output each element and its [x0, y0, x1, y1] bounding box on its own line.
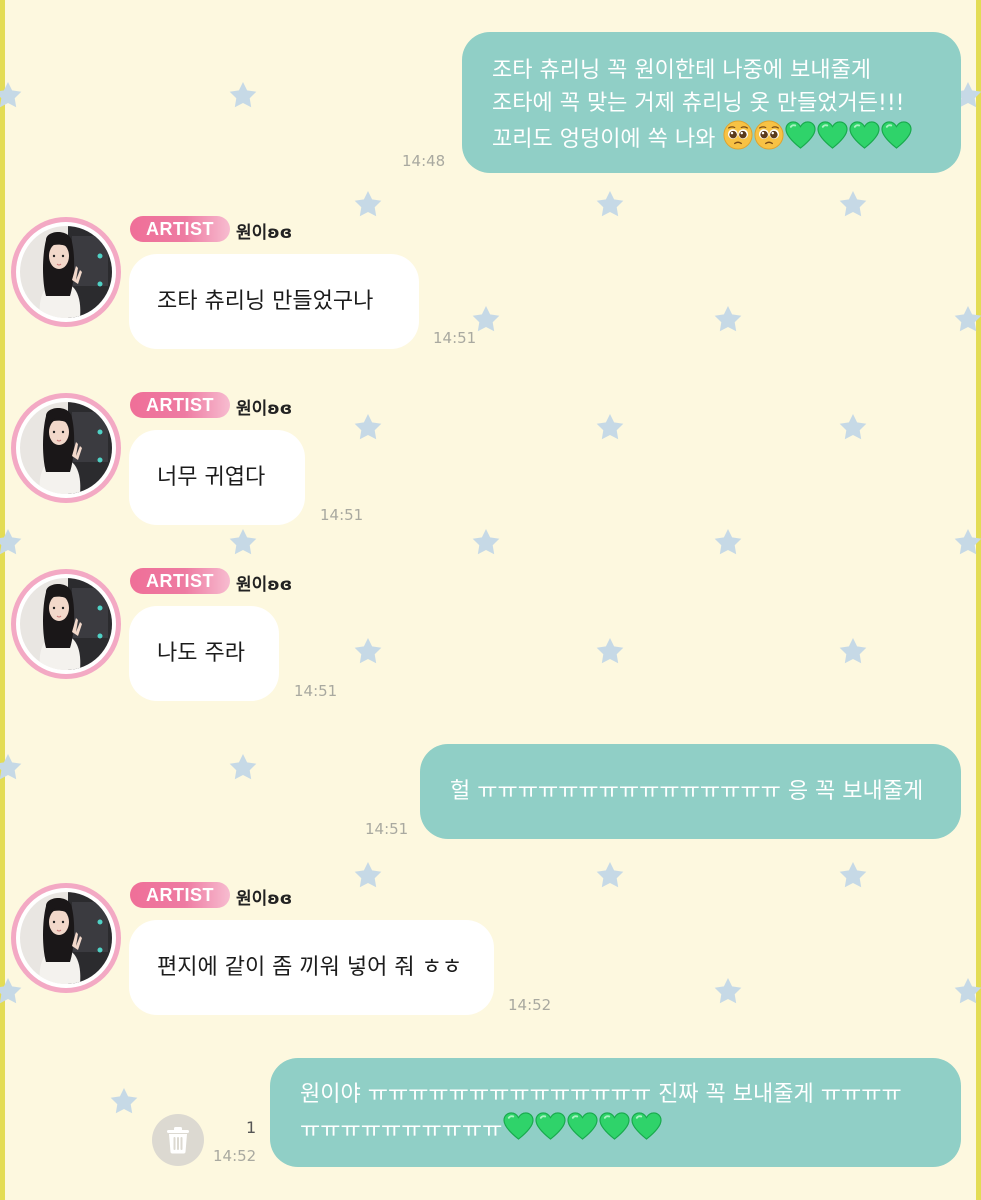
sender-name: 원이ʚɞ [236, 223, 293, 243]
profile-photo [20, 226, 112, 318]
message-text: 헐 ㅠㅠㅠㅠㅠㅠㅠㅠㅠㅠㅠㅠㅠㅠㅠ 응 꼭 보내줄게 [450, 779, 924, 804]
message-line: 원이야 ㅠㅠㅠㅠㅠㅠㅠㅠㅠㅠㅠㅠㅠㅠ 진짜 꼭 보내줄게 ㅠㅠㅠㅠ [300, 1082, 902, 1107]
incoming-message-bubble[interactable]: 너무 귀엽다 [129, 430, 305, 525]
frame-edge-left [0, 0, 5, 1200]
profile-photo [20, 402, 112, 494]
artist-badge: ARTIST [130, 392, 230, 418]
message-line: 조타에 꼭 맞는 거제 츄리닝 옷 만들었거든!!! [492, 91, 905, 116]
outgoing-message-bubble[interactable]: 헐 ㅠㅠㅠㅠㅠㅠㅠㅠㅠㅠㅠㅠㅠㅠㅠ 응 꼭 보내줄게 [420, 744, 961, 839]
delete-button[interactable] [152, 1114, 204, 1166]
green-heart-icon [535, 1112, 566, 1141]
artist-badge: ARTIST [130, 568, 230, 594]
message-text: 편지에 같이 좀 끼워 넣어 줘 ㅎㅎ [157, 954, 463, 980]
message-timestamp: 14:51 [294, 682, 338, 700]
profile-photo [20, 892, 112, 984]
green-heart-icon [503, 1112, 534, 1141]
green-heart-icon [599, 1112, 630, 1141]
artist-badge: ARTIST [130, 882, 230, 908]
sender-name: 원이ʚɞ [236, 575, 293, 595]
artist-badge: ARTIST [130, 216, 230, 242]
incoming-message-bubble[interactable]: 나도 주라 [129, 606, 279, 701]
pleading-face-icon [723, 120, 753, 150]
outgoing-message-bubble[interactable]: 조타 츄리닝 꼭 원이한테 나중에 보내줄게 조타에 꼭 맞는 거제 츄리닝 옷… [462, 32, 961, 173]
green-heart-icon [849, 121, 880, 150]
avatar[interactable] [11, 393, 121, 503]
message-timestamp: 14:51 [320, 506, 364, 524]
trash-icon [167, 1127, 189, 1154]
green-heart-icon [567, 1112, 598, 1141]
green-heart-icon [631, 1112, 662, 1141]
incoming-message-bubble[interactable]: 편지에 같이 좀 끼워 넣어 줘 ㅎㅎ [129, 920, 494, 1015]
message-timestamp: 14:48 [402, 152, 446, 170]
message-timestamp: 14:51 [365, 820, 409, 838]
message-line: 조타 츄리닝 꼭 원이한테 나중에 보내줄게 [492, 58, 872, 83]
pleading-face-icon [754, 120, 784, 150]
sender-name: 원이ʚɞ [236, 399, 293, 419]
message-timestamp: 14:52 [508, 996, 552, 1014]
message-text: 나도 주라 [157, 640, 245, 666]
green-heart-icon [817, 121, 848, 150]
outgoing-message-bubble[interactable]: 원이야 ㅠㅠㅠㅠㅠㅠㅠㅠㅠㅠㅠㅠㅠㅠ 진짜 꼭 보내줄게 ㅠㅠㅠㅠ ㅠㅠㅠㅠㅠㅠ… [270, 1058, 961, 1167]
incoming-message-bubble[interactable]: 조타 츄리닝 만들었구나 [129, 254, 419, 349]
unread-count: 1 [246, 1118, 257, 1137]
sender-name: 원이ʚɞ [236, 889, 293, 909]
profile-photo [20, 578, 112, 670]
star-pattern-background [0, 82, 981, 1114]
green-heart-icon [881, 121, 912, 150]
avatar[interactable] [11, 569, 121, 679]
message-text: 조타 츄리닝 만들었구나 [157, 288, 374, 314]
frame-edge-right [976, 0, 981, 1200]
message-line: 꼬리도 엉덩이에 쏙 나와 [492, 127, 716, 152]
green-heart-icon [785, 121, 816, 150]
message-line: ㅠㅠㅠㅠㅠㅠㅠㅠㅠㅠ [300, 1118, 503, 1143]
message-text: 너무 귀엽다 [157, 464, 266, 490]
avatar[interactable] [11, 217, 121, 327]
avatar[interactable] [11, 883, 121, 993]
message-timestamp: 14:51 [433, 329, 477, 347]
message-timestamp: 14:52 [213, 1147, 257, 1165]
